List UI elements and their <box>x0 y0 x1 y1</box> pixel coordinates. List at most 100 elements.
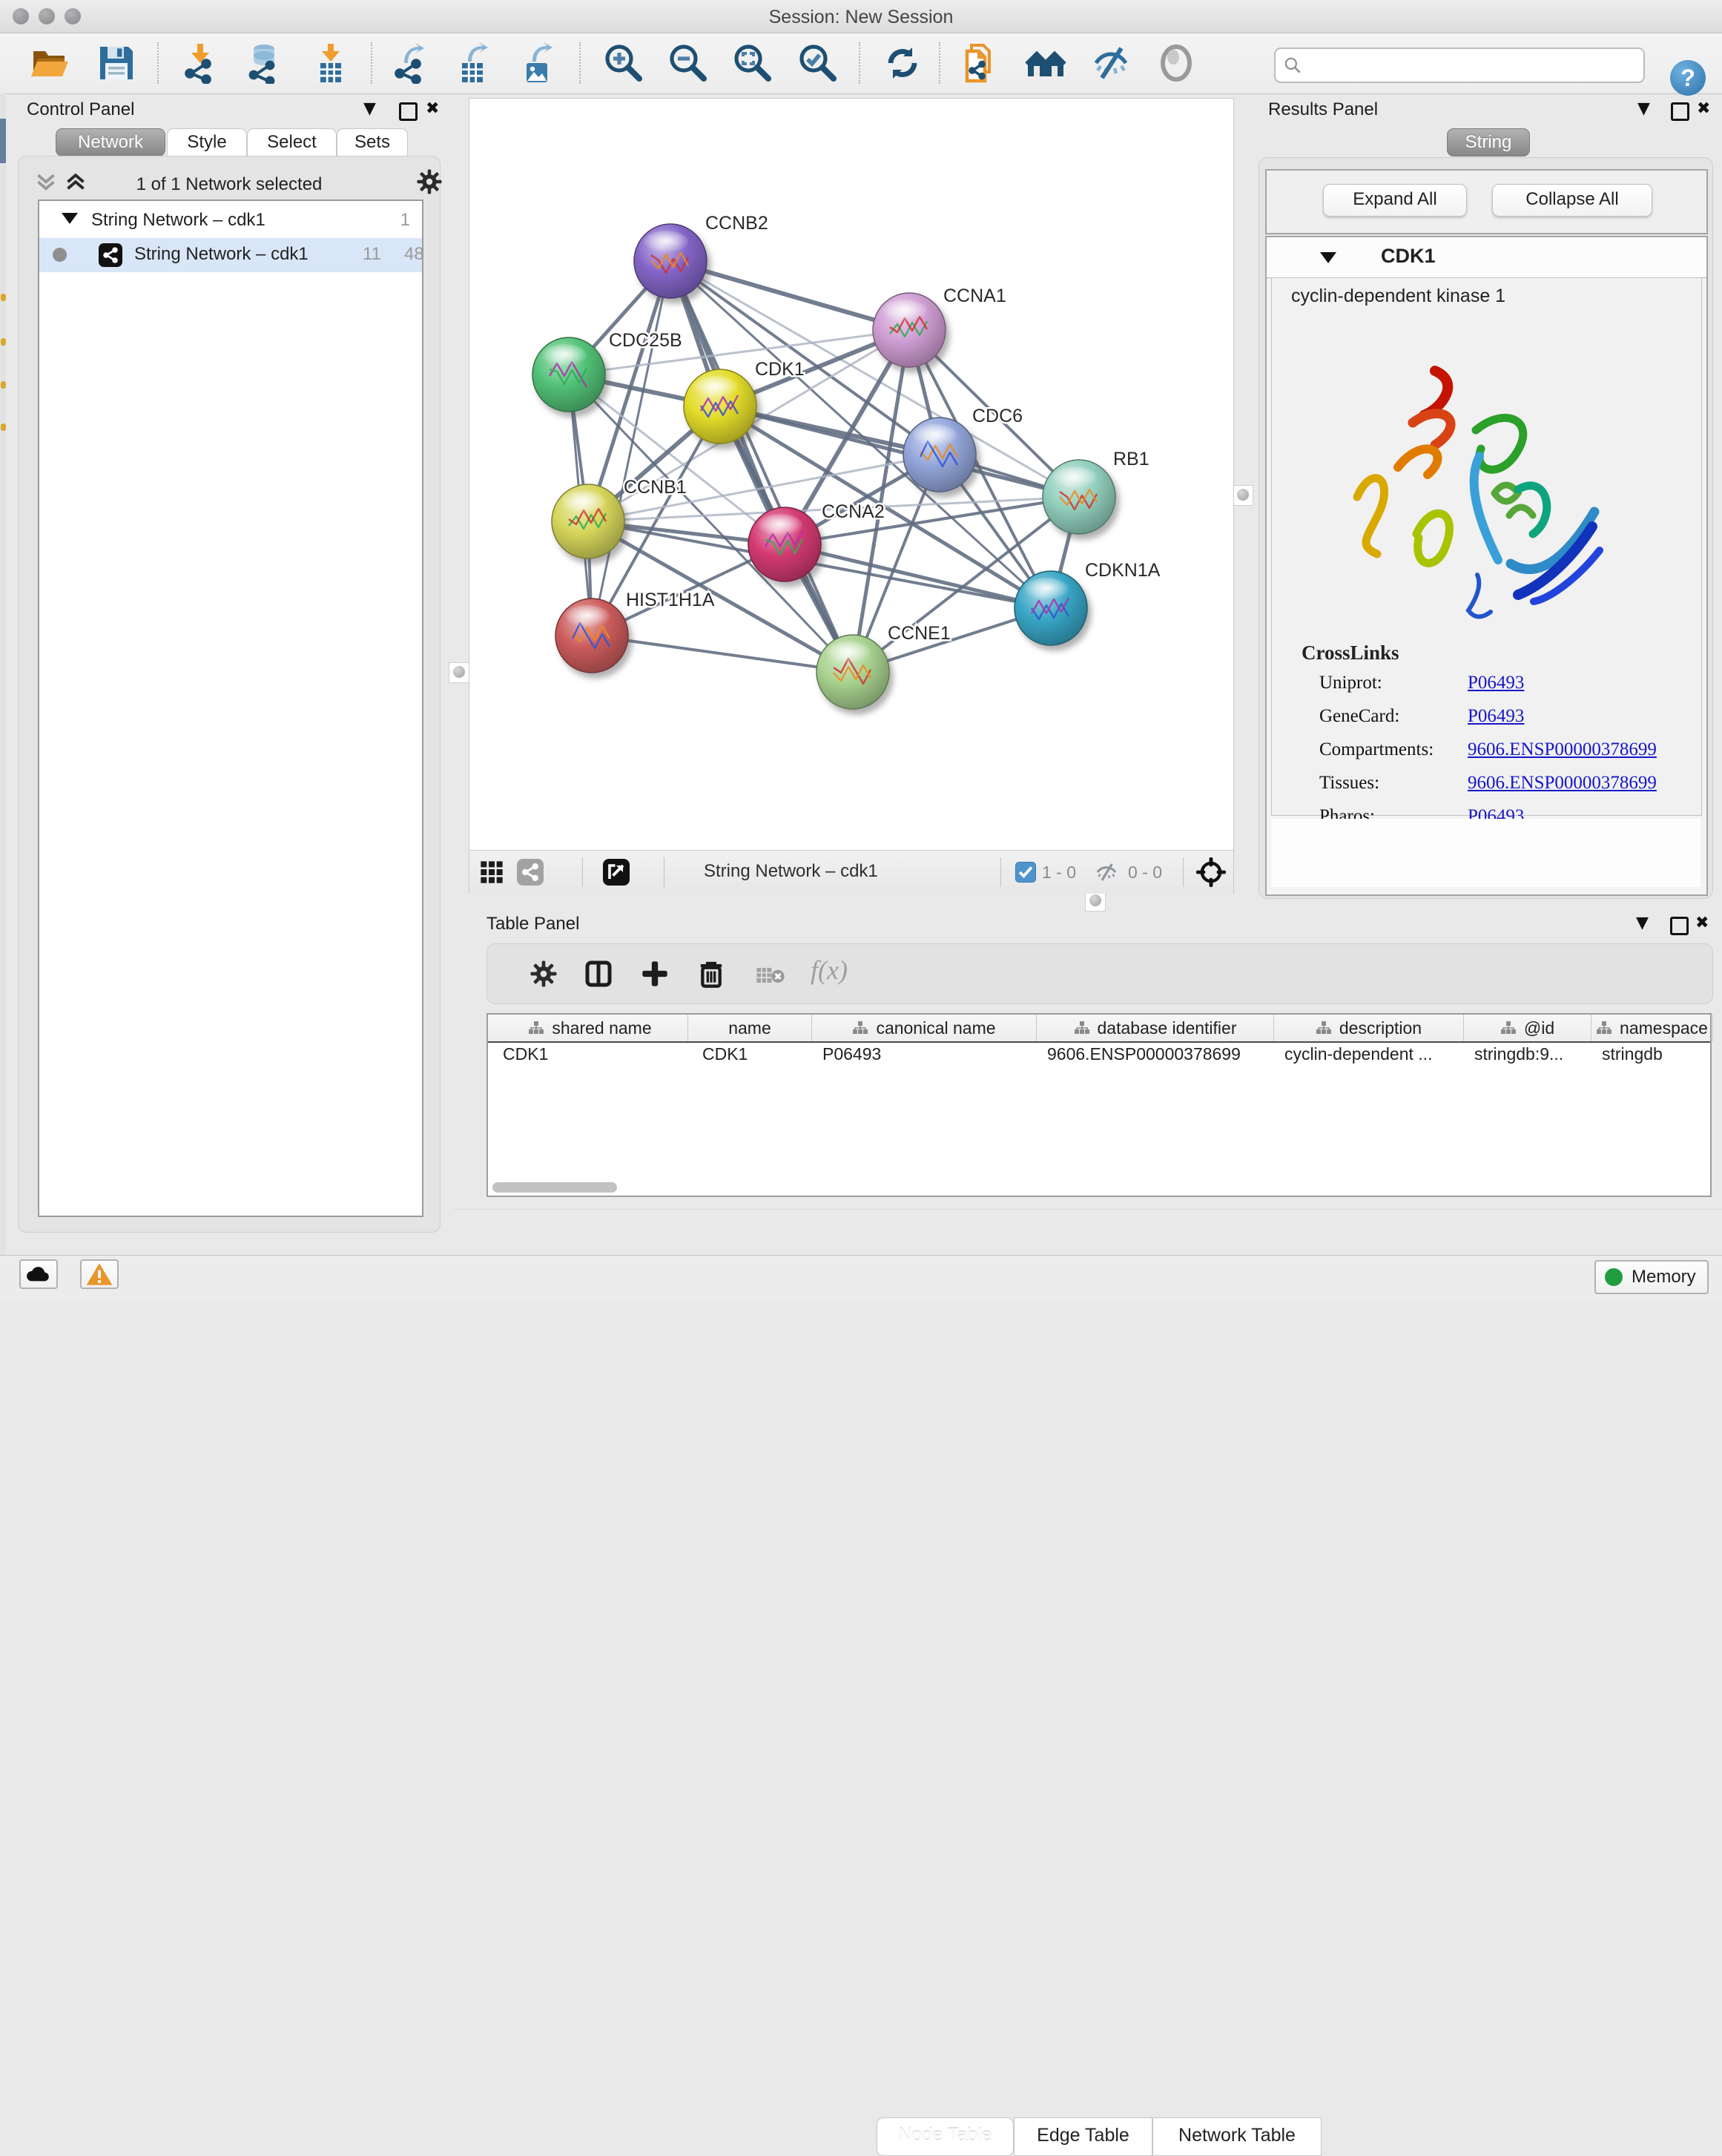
column-header-shared-name[interactable]: shared name <box>492 1015 688 1041</box>
help-icon[interactable]: ? <box>1670 60 1706 96</box>
table-header-row: shared namenamecanonical namedatabase id… <box>488 1015 1710 1043</box>
column-header-label: @id <box>1524 1018 1554 1038</box>
close-panel-icon[interactable]: ✖ <box>1695 914 1709 932</box>
network-node-RB1[interactable] <box>1043 460 1115 534</box>
eye-icon[interactable] <box>1155 42 1197 84</box>
import-network-database-icon[interactable] <box>243 42 285 84</box>
crosslink-value[interactable]: 9606.ENSP00000378699 <box>1468 739 1657 760</box>
expand-all-button[interactable]: Expand All <box>1323 184 1467 217</box>
collection-expanded-icon[interactable] <box>62 213 78 224</box>
network-node-CDKN1A[interactable] <box>1015 571 1087 645</box>
open-session-icon[interactable] <box>29 42 70 84</box>
network-node-CCNB2[interactable] <box>634 224 707 298</box>
network-options-gear-icon[interactable] <box>416 168 443 195</box>
tab-edge-table[interactable]: Edge Table <box>1014 2117 1152 2156</box>
column-header-canonical-name[interactable]: canonical name <box>812 1015 1037 1041</box>
network-node-CCNB1[interactable] <box>552 484 624 558</box>
export-image-icon[interactable] <box>518 42 559 84</box>
column-header-@id[interactable]: @id <box>1464 1015 1591 1041</box>
delete-column-trash-icon[interactable] <box>696 959 726 989</box>
section-expanded-icon[interactable] <box>1320 252 1336 263</box>
column-header-name[interactable]: name <box>688 1015 812 1041</box>
crosslink-value[interactable]: 9606.ENSP00000378699 <box>1468 773 1657 794</box>
table-cell[interactable]: P06493 <box>822 1044 1032 1071</box>
left-splitter-handle[interactable] <box>449 662 469 683</box>
cloud-button[interactable] <box>19 1259 58 1289</box>
search-icon <box>1283 56 1302 75</box>
network-row-selected[interactable]: String Network – cdk1 11 48 <box>39 238 422 272</box>
maximize-panel-icon[interactable] <box>1671 102 1689 121</box>
network-node-CDK1[interactable] <box>684 369 756 444</box>
import-network-file-icon[interactable] <box>179 42 221 84</box>
network-edge[interactable] <box>720 406 1079 497</box>
detach-view-icon[interactable] <box>603 859 630 886</box>
float-panel-icon[interactable]: ▼ <box>1637 99 1650 118</box>
table-cell[interactable]: cyclin-dependent ... <box>1284 1044 1459 1071</box>
network-node-CCNA2[interactable] <box>748 507 821 581</box>
zoom-in-icon[interactable] <box>602 42 644 84</box>
birdseye-view-icon[interactable] <box>480 860 504 884</box>
tab-node-table[interactable]: Node Table <box>877 2117 1014 2156</box>
save-session-icon[interactable] <box>96 42 137 84</box>
memory-button[interactable]: Memory <box>1594 1260 1709 1294</box>
tab-network[interactable]: Network <box>56 128 165 156</box>
hide-icon[interactable] <box>1090 42 1132 84</box>
network-edge[interactable] <box>592 636 853 672</box>
network-edge[interactable] <box>592 261 670 636</box>
network-from-selection-icon[interactable] <box>960 42 1001 84</box>
gene-section-footer <box>1271 819 1700 887</box>
zoom-out-icon[interactable] <box>667 42 708 84</box>
selected-checkbox-icon[interactable] <box>1015 862 1036 883</box>
create-column-plus-icon[interactable] <box>640 959 670 989</box>
tab-string[interactable]: String <box>1447 128 1530 156</box>
maximize-panel-icon[interactable] <box>1670 917 1689 935</box>
show-columns-icon[interactable] <box>584 959 613 989</box>
zoom-fit-icon[interactable] <box>731 42 773 84</box>
network-node-CDC6[interactable] <box>903 418 976 492</box>
tab-network-table[interactable]: Network Table <box>1152 2117 1322 2156</box>
export-network-icon[interactable] <box>389 42 431 84</box>
network-badge-icon[interactable] <box>517 859 544 886</box>
column-header-database-identifier[interactable]: database identifier <box>1037 1015 1274 1041</box>
gene-section-header[interactable]: CDK1 <box>1267 237 1706 278</box>
network-node-CCNE1[interactable] <box>817 635 889 709</box>
network-canvas-container: CCNB2CCNA1CDC25BCDK1CDC6RB1CCNB1CCNA2CDK… <box>469 98 1234 894</box>
tab-style[interactable]: Style <box>167 128 247 156</box>
close-panel-icon[interactable]: ✖ <box>1697 99 1710 118</box>
import-table-file-icon[interactable] <box>310 42 352 84</box>
collapse-all-button[interactable]: Collapse All <box>1492 184 1652 217</box>
tab-select[interactable]: Select <box>247 128 337 156</box>
table-cell[interactable]: 9606.ENSP00000378699 <box>1047 1044 1270 1071</box>
column-header-description[interactable]: description <box>1274 1015 1464 1041</box>
network-collection-row[interactable]: String Network – cdk1 1 <box>39 204 422 238</box>
table-cell[interactable]: CDK1 <box>503 1044 684 1071</box>
search-input[interactable] <box>1274 47 1645 83</box>
maximize-panel-icon[interactable] <box>399 102 418 121</box>
table-settings-gear-icon[interactable] <box>529 959 558 989</box>
apply-layout-icon[interactable] <box>882 42 923 84</box>
table-cell[interactable]: stringdb <box>1602 1044 1709 1071</box>
table-cell[interactable]: CDK1 <box>702 1044 811 1071</box>
table-toolbar: f(x) <box>486 943 1713 1004</box>
network-node-CDC25B[interactable] <box>532 337 605 412</box>
column-header-namespace[interactable]: namespace <box>1591 1015 1713 1041</box>
network-node-CCNA1[interactable] <box>873 293 946 367</box>
crosslink-value[interactable]: P06493 <box>1468 706 1524 727</box>
tab-sets[interactable]: Sets <box>337 128 408 156</box>
network-canvas[interactable]: CCNB2CCNA1CDC25BCDK1CDC6RB1CCNB1CCNA2CDK… <box>469 99 1233 848</box>
float-panel-icon[interactable]: ▼ <box>363 99 376 118</box>
export-table-icon[interactable] <box>453 42 495 84</box>
home-icon[interactable] <box>1025 42 1066 84</box>
table-cell[interactable]: stringdb:9... <box>1474 1044 1587 1071</box>
hidden-eye-icon[interactable] <box>1094 860 1119 885</box>
warning-button[interactable] <box>80 1259 119 1289</box>
horizontal-scrollbar[interactable] <box>492 1182 617 1193</box>
search-field[interactable] <box>1308 50 1637 79</box>
close-panel-icon[interactable]: ✖ <box>426 99 439 118</box>
zoom-selected-icon[interactable] <box>796 42 838 84</box>
crosshair-icon[interactable] <box>1196 857 1226 887</box>
float-panel-icon[interactable]: ▼ <box>1636 914 1649 932</box>
network-node-HIST1H1A[interactable] <box>555 599 628 673</box>
network-edge[interactable] <box>670 261 909 330</box>
crosslink-value[interactable]: P06493 <box>1468 673 1524 693</box>
